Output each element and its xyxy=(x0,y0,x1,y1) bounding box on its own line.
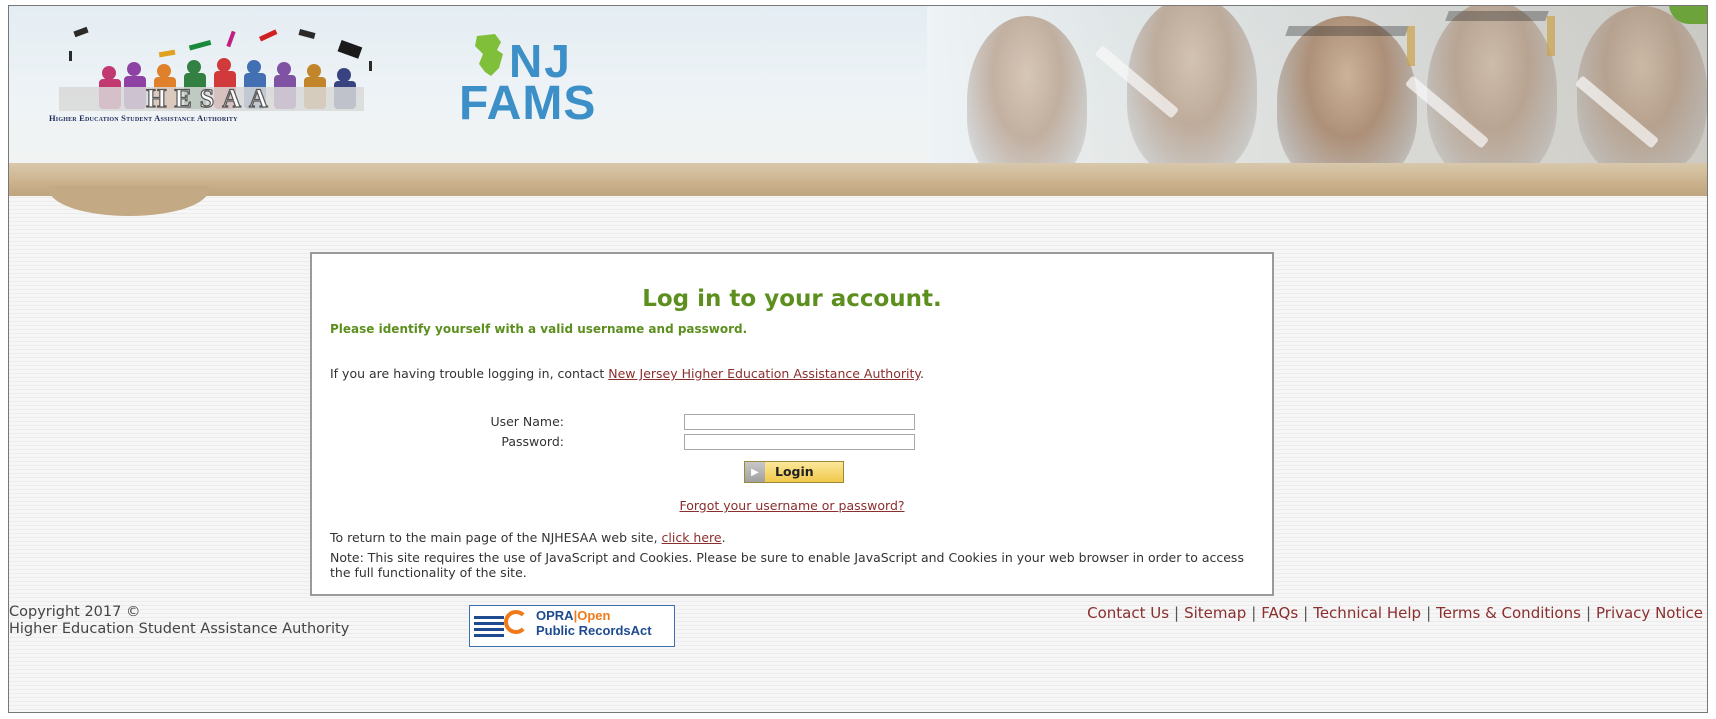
copyright: Copyright 2017 © Higher Education Studen… xyxy=(9,604,349,638)
return-suffix: . xyxy=(721,530,726,545)
graduates-photo xyxy=(927,6,1707,163)
header-band xyxy=(9,163,1707,196)
fams-text: FAMS xyxy=(459,77,597,130)
trouble-text: If you are having trouble logging in, co… xyxy=(330,366,924,381)
login-panel: Log in to your account. Please identify … xyxy=(310,252,1274,596)
contact-us-link[interactable]: Contact Us xyxy=(1087,604,1169,622)
footer-separator: | xyxy=(1585,604,1591,622)
return-text: To return to the main page of the NJHESA… xyxy=(330,530,726,545)
technical-help-link[interactable]: Technical Help xyxy=(1313,604,1421,622)
header-tab-decoration xyxy=(49,186,209,216)
opra-badge[interactable]: OPRA|Open Public RecordsAct xyxy=(469,605,675,647)
username-label: User Name: xyxy=(490,414,564,429)
trouble-suffix: . xyxy=(919,366,924,381)
password-label: Password: xyxy=(501,434,564,449)
page-frame: HESAA Higher Education Student Assistanc… xyxy=(8,5,1708,713)
footer-separator: | xyxy=(1174,604,1180,622)
login-subtitle: Please identify yourself with a valid us… xyxy=(330,322,748,336)
forgot-credentials-link[interactable]: Forgot your username or password? xyxy=(679,498,904,513)
privacy-notice-link[interactable]: Privacy Notice xyxy=(1596,604,1703,622)
faqs-link[interactable]: FAQs xyxy=(1261,604,1298,622)
login-button[interactable]: ▶ Login xyxy=(744,461,844,483)
opra-subtitle: Public RecordsAct xyxy=(536,623,652,638)
login-title: Log in to your account. xyxy=(642,286,942,312)
refresh-arrow-icon xyxy=(504,610,528,634)
forgot-row: Forgot your username or password? xyxy=(312,498,1272,513)
return-prefix: To return to the main page of the NJHESA… xyxy=(330,530,662,545)
hesaa-logo-text: HESAA xyxy=(146,84,276,113)
username-row: User Name: xyxy=(434,414,566,429)
password-input[interactable] xyxy=(684,434,915,450)
opra-open: Open xyxy=(577,608,611,623)
hesaa-contact-link[interactable]: New Jersey Higher Education Assistance A… xyxy=(608,366,920,381)
sitemap-link[interactable]: Sitemap xyxy=(1184,604,1246,622)
copyright-line2: Higher Education Student Assistance Auth… xyxy=(9,621,350,637)
return-main-link[interactable]: click here xyxy=(662,530,722,545)
footer-separator: | xyxy=(1251,604,1257,622)
terms-conditions-link[interactable]: Terms & Conditions xyxy=(1436,604,1581,622)
login-button-label: Login xyxy=(775,464,814,479)
javascript-cookies-note: Note: This site requires the use of Java… xyxy=(330,550,1244,580)
footer-links: Contact Us | Sitemap | FAQs | Technical Help | T… xyxy=(1087,604,1703,622)
site-header: HESAA Higher Education Student Assistanc… xyxy=(9,6,1707,163)
opra-title: OPRA|Open xyxy=(536,609,610,623)
hesaa-subtitle: Higher Education Student Assistance Auth… xyxy=(49,113,238,123)
username-input[interactable] xyxy=(684,414,915,430)
footer-separator: | xyxy=(1303,604,1309,622)
copyright-line1: Copyright 2017 © xyxy=(9,604,141,620)
footer-separator: | xyxy=(1426,604,1432,622)
arrow-right-icon: ▶ xyxy=(745,462,765,482)
trouble-prefix: If you are having trouble logging in, co… xyxy=(330,366,609,381)
opra-abbrev: OPRA xyxy=(536,608,574,623)
password-row: Password: xyxy=(434,434,566,449)
